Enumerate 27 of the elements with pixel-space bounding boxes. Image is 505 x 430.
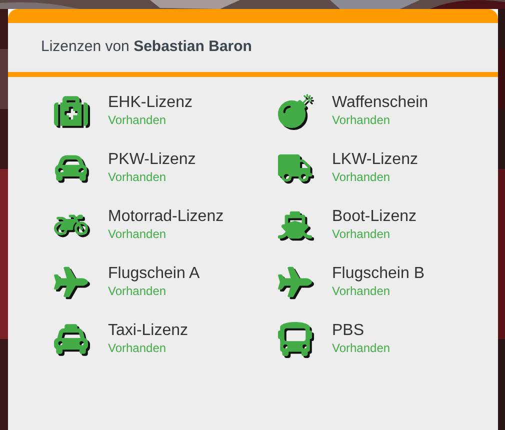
license-name: PBS bbox=[332, 321, 366, 341]
license-status: Vorhanden bbox=[108, 170, 168, 185]
license-name: Flugschein A bbox=[108, 264, 200, 284]
license-name: Taxi-Lizenz bbox=[108, 321, 188, 341]
plane-icon bbox=[278, 264, 312, 298]
license-name: Waffenschein bbox=[332, 93, 428, 113]
license-status: Vorhanden bbox=[332, 284, 392, 299]
license-status: Vorhanden bbox=[332, 341, 390, 356]
bus-icon bbox=[278, 322, 312, 356]
medkit-icon bbox=[54, 94, 88, 128]
license-status: Vorhanden bbox=[108, 341, 168, 356]
license-name: EHK-Lizenz bbox=[108, 93, 192, 113]
license-name: LKW-Lizenz bbox=[332, 150, 418, 170]
license-name: Boot-Lizenz bbox=[332, 207, 416, 227]
card-title: Lizenzen von Sebastian Baron bbox=[41, 37, 252, 58]
taxi-icon bbox=[54, 322, 88, 356]
license-status: Vorhanden bbox=[332, 113, 392, 128]
license-name: PKW-Lizenz bbox=[108, 150, 196, 170]
license-status: Vorhanden bbox=[108, 227, 168, 242]
license-status: Vorhanden bbox=[108, 113, 168, 128]
license-status: Vorhanden bbox=[332, 170, 392, 185]
bomb-icon bbox=[278, 94, 312, 128]
license-status: Vorhanden bbox=[108, 284, 168, 299]
plane-icon bbox=[54, 264, 88, 298]
license-name: Flugschein B bbox=[332, 264, 424, 284]
license-status: Vorhanden bbox=[332, 227, 392, 242]
license-name: Motorrad-Lizenz bbox=[108, 207, 224, 227]
